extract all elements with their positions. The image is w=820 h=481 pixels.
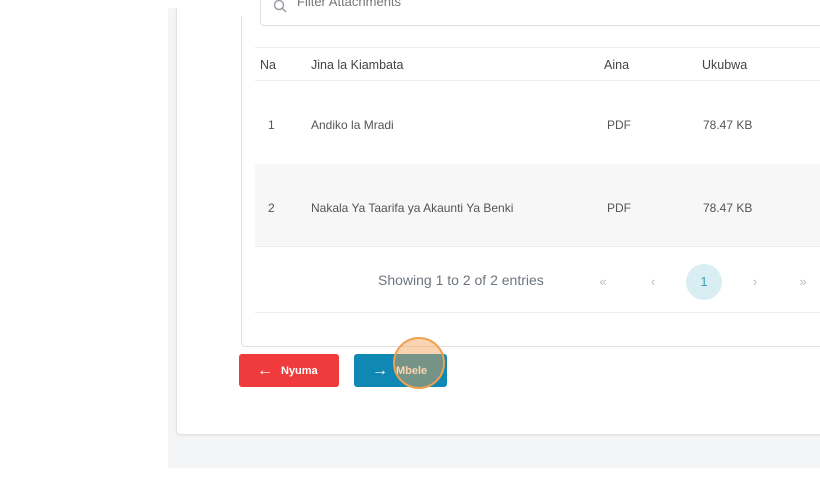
- table-row[interactable]: 1 Andiko la Mradi PDF 78.47 KB: [255, 82, 820, 164]
- attachment-name: Andiko la Mradi: [311, 118, 394, 132]
- left-sidebar-panel: [8, 8, 169, 466]
- entries-summary: Showing 1 to 2 of 2 entries: [378, 272, 544, 288]
- attachment-name: Nakala Ya Taarifa ya Akaunti Ya Benki: [311, 201, 514, 215]
- back-button-label: Nyuma: [281, 364, 318, 377]
- header-divider: [255, 80, 820, 81]
- table-row[interactable]: 2 Nakala Ya Taarifa ya Akaunti Ya Benki …: [255, 164, 820, 246]
- arrow-left-icon: ←: [257, 361, 273, 379]
- column-header-no: Na: [260, 58, 276, 72]
- back-button[interactable]: ← Nyuma: [239, 354, 339, 387]
- attachments-filter-box[interactable]: [260, 0, 820, 26]
- table-top-border: [255, 47, 820, 48]
- page-1-button[interactable]: 1: [686, 264, 722, 300]
- attachment-size: 78.47 KB: [703, 201, 753, 215]
- prev-page-button[interactable]: ‹: [635, 264, 671, 300]
- pager-divider: [255, 312, 820, 313]
- first-page-button[interactable]: «: [585, 264, 621, 300]
- table-bottom-border: [255, 246, 820, 247]
- column-header-size: Ukubwa: [702, 58, 748, 72]
- arrow-right-icon: →: [372, 361, 388, 379]
- row-number: 1: [268, 118, 275, 132]
- last-page-button[interactable]: »: [785, 264, 820, 300]
- attachment-type: PDF: [607, 118, 631, 132]
- column-header-name: Jina la Kiambata: [311, 58, 404, 72]
- filter-input[interactable]: [295, 0, 599, 10]
- attachment-size: 78.47 KB: [703, 118, 753, 132]
- column-header-type: Aina: [604, 58, 630, 72]
- next-page-button[interactable]: ›: [737, 264, 773, 300]
- row-number: 2: [268, 201, 275, 215]
- attachment-type: PDF: [607, 201, 631, 215]
- search-icon: [273, 0, 287, 13]
- click-indicator: [393, 337, 445, 389]
